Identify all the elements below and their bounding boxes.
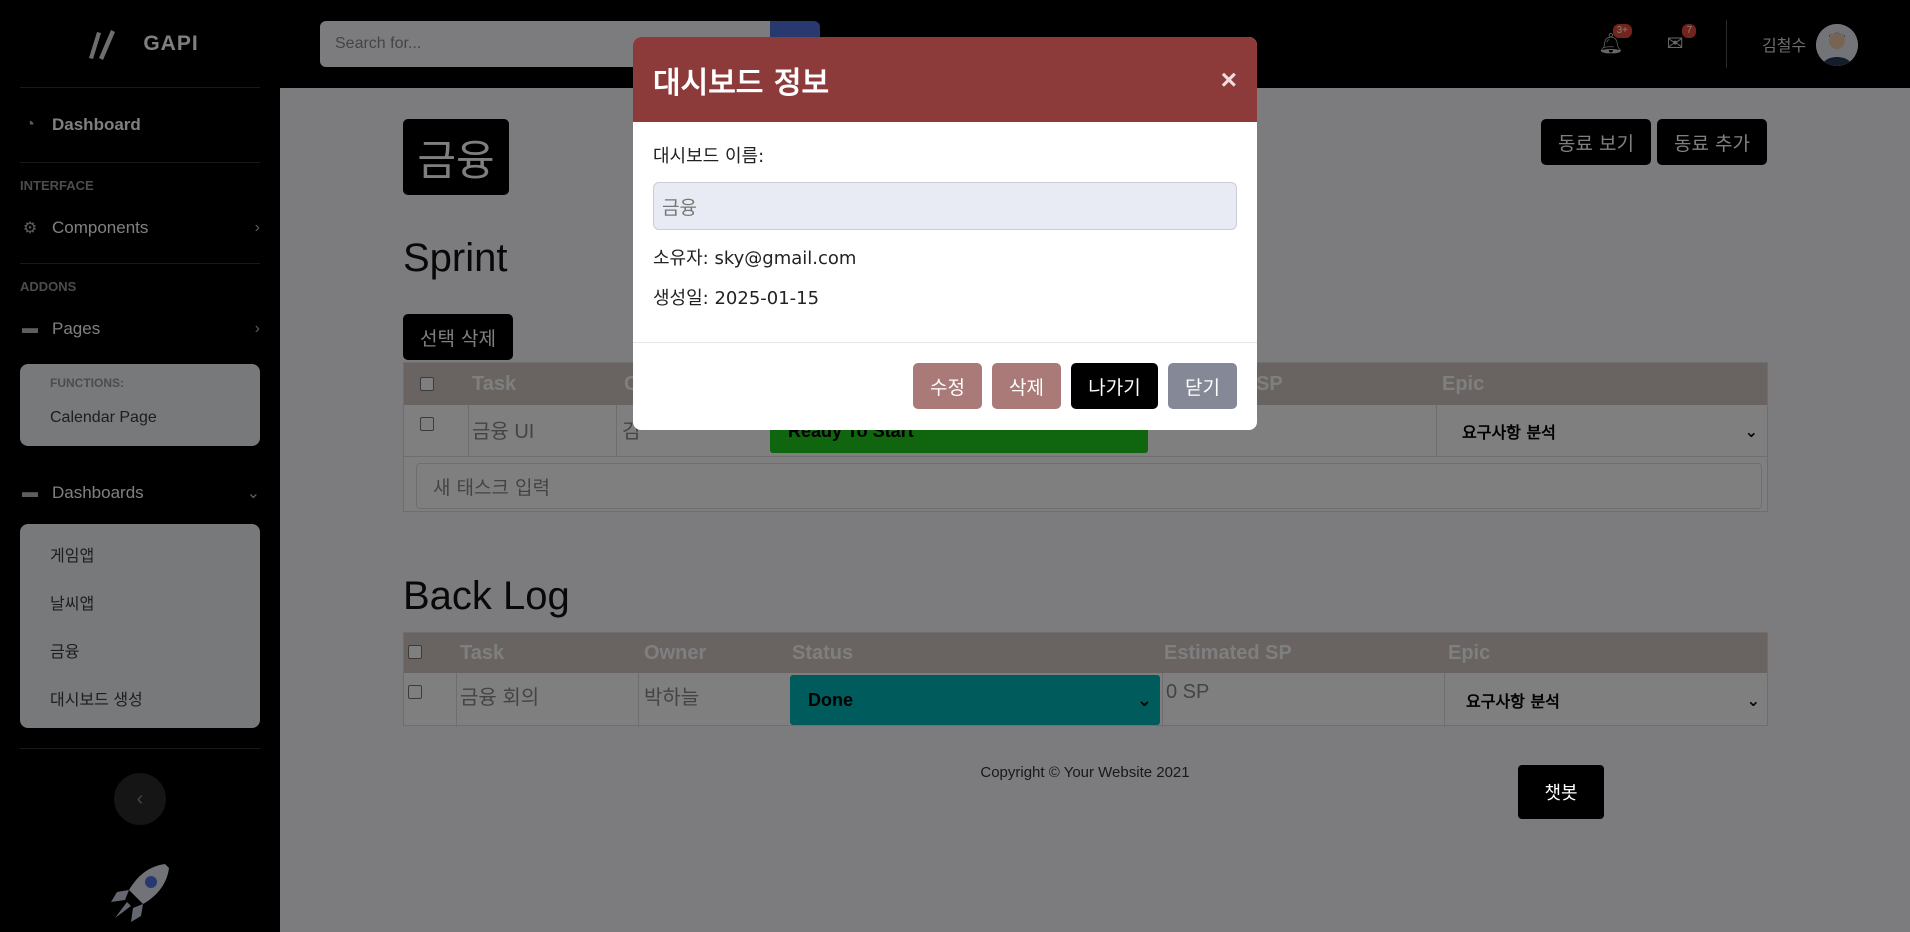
dashboard-info-modal: 대시보드 정보 × 대시보드 이름: 금융 소유자: sky@gmail.com… <box>633 37 1257 430</box>
dashboard-name-input[interactable]: 금융 <box>653 182 1237 230</box>
dashboard-name-label: 대시보드 이름: <box>653 146 765 167</box>
modal-header: 대시보드 정보 × <box>633 37 1257 122</box>
delete-button[interactable]: 삭제 <box>992 363 1061 409</box>
edit-button[interactable]: 수정 <box>913 363 982 409</box>
chatbot-button[interactable]: 챗봇 <box>1518 765 1604 819</box>
modal-footer: 수정 삭제 나가기 닫기 <box>633 342 1257 430</box>
exit-button[interactable]: 나가기 <box>1071 363 1158 409</box>
created-date-info: 생성일: 2025-01-15 <box>653 288 820 309</box>
close-button[interactable]: 닫기 <box>1168 363 1237 409</box>
modal-title: 대시보드 정보 <box>653 65 830 101</box>
owner-info: 소유자: sky@gmail.com <box>653 248 857 269</box>
modal-body: 대시보드 이름: 금융 소유자: sky@gmail.com 생성일: 2025… <box>633 122 1257 310</box>
close-icon[interactable]: × <box>1221 64 1237 96</box>
